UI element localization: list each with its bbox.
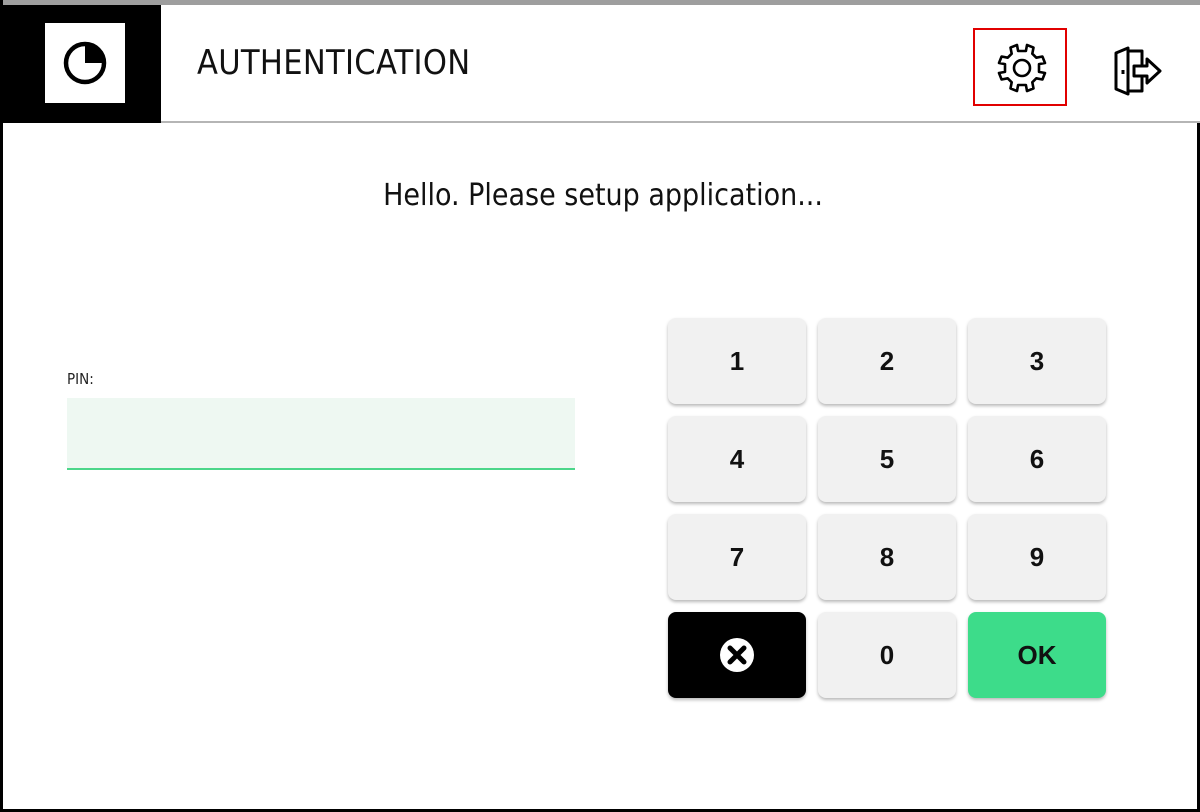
- key-label: 8: [879, 541, 895, 572]
- ok-button[interactable]: OK: [968, 612, 1106, 698]
- key-label: 2: [879, 345, 895, 376]
- key-label: 7: [729, 541, 745, 572]
- key-9[interactable]: 9: [968, 514, 1106, 600]
- key-label: 5: [879, 443, 895, 474]
- key-label: 6: [1029, 443, 1045, 474]
- clear-x-icon: [720, 638, 754, 672]
- gear-icon: [997, 43, 1047, 93]
- key-label: 3: [1029, 345, 1045, 376]
- key-7[interactable]: 7: [668, 514, 806, 600]
- key-5[interactable]: 5: [818, 416, 956, 502]
- key-2[interactable]: 2: [818, 318, 956, 404]
- numeric-keypad: 1 2 3 4 5 6 7 8 9 0 OK: [668, 318, 1108, 700]
- key-0[interactable]: 0: [818, 612, 956, 698]
- settings-button[interactable]: [973, 28, 1067, 106]
- pie-chart-icon: [63, 41, 107, 85]
- key-label: 1: [729, 345, 745, 376]
- key-3[interactable]: 3: [968, 318, 1106, 404]
- clear-button[interactable]: [668, 612, 806, 698]
- app-window: AUTHENTICATION Hello. Please setup appli…: [0, 0, 1200, 812]
- greeting-text: Hello. Please setup application...: [383, 178, 823, 213]
- logo: [45, 23, 125, 103]
- key-label: 9: [1029, 541, 1045, 572]
- page-title: AUTHENTICATION: [197, 43, 471, 83]
- key-label: 0: [879, 639, 895, 670]
- exit-button[interactable]: [1106, 43, 1166, 99]
- pin-input[interactable]: [67, 398, 575, 470]
- key-8[interactable]: 8: [818, 514, 956, 600]
- key-6[interactable]: 6: [968, 416, 1106, 502]
- key-1[interactable]: 1: [668, 318, 806, 404]
- ok-label: OK: [1017, 639, 1057, 670]
- exit-door-icon: [1114, 46, 1162, 96]
- key-4[interactable]: 4: [668, 416, 806, 502]
- header-bar: AUTHENTICATION: [3, 5, 1200, 123]
- pin-label: PIN:: [67, 370, 94, 388]
- logo-block: [3, 5, 161, 123]
- key-label: 4: [729, 443, 745, 474]
